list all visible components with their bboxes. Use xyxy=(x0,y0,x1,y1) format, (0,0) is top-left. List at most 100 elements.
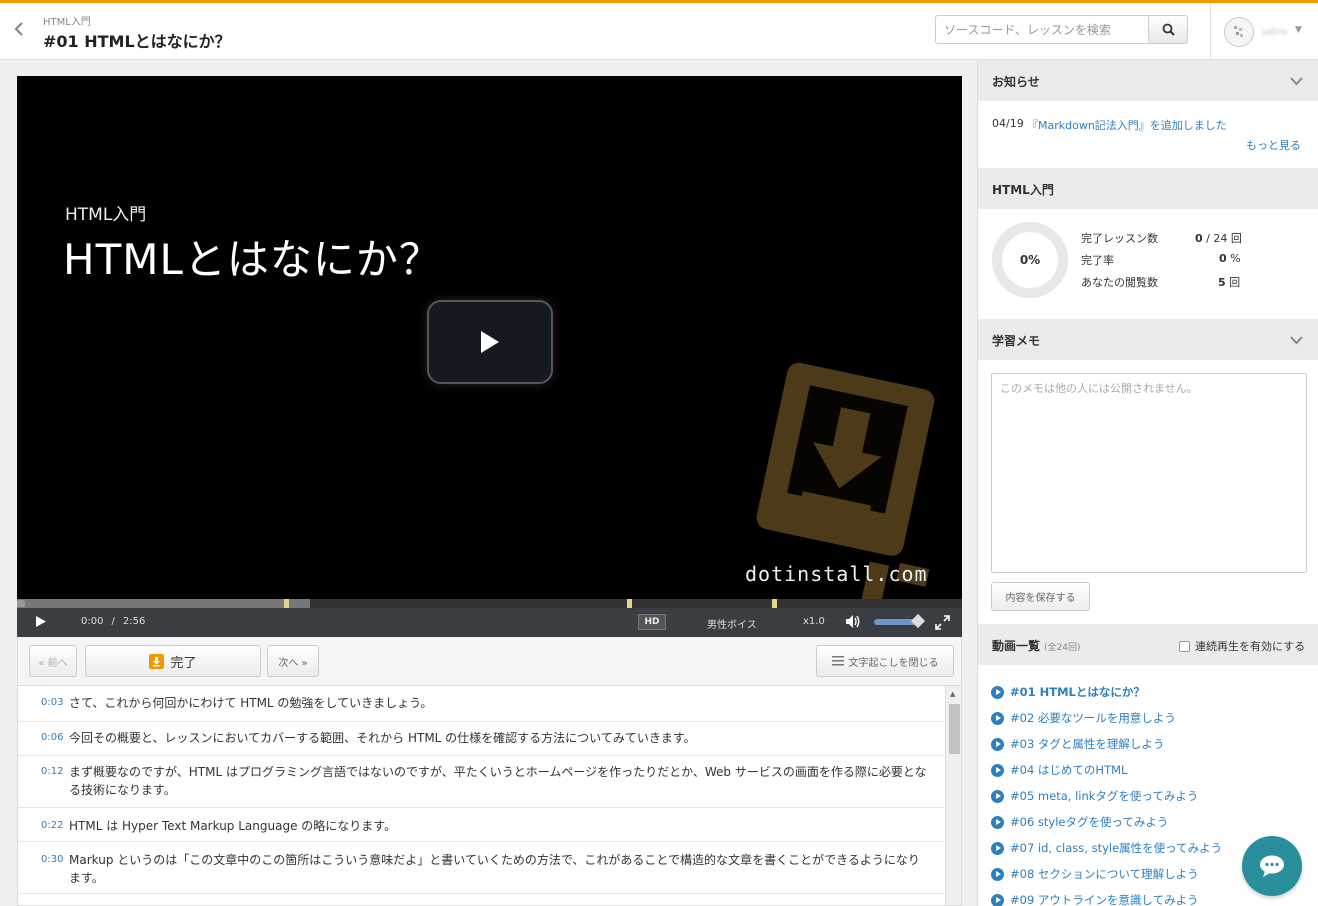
play-circle-icon xyxy=(991,789,1004,803)
chat-button[interactable] xyxy=(1242,836,1302,896)
back-arrow-icon[interactable] xyxy=(14,21,30,41)
play-circle-icon xyxy=(991,737,1004,751)
play-circle-icon xyxy=(991,711,1004,725)
memo-header[interactable]: 学習メモ xyxy=(978,319,1318,360)
prev-button[interactable]: « 前へ xyxy=(29,645,77,677)
download-check-icon xyxy=(149,653,165,669)
video-list-item[interactable]: #02 必要なツールを用意しよう xyxy=(991,709,1176,727)
next-button[interactable]: 次へ » xyxy=(267,645,319,677)
video-list-item[interactable]: #01 HTMLとはなにか？ xyxy=(991,683,1145,701)
memo-textarea[interactable] xyxy=(991,373,1307,573)
video-list-item[interactable]: #06 styleタグを使ってみよう xyxy=(991,813,1168,831)
lesson-nav-bar: « 前へ 完了 次へ » 文字起こしを閉じる xyxy=(17,637,962,686)
transcript-text: Markup というのは「この文章中のこの箇所はこういう意味だよ」と書いていくた… xyxy=(69,853,920,885)
play-icon xyxy=(36,616,46,627)
seek-marker xyxy=(284,599,289,608)
list-icon xyxy=(831,656,844,666)
news-more-link[interactable]: もっと見る xyxy=(1246,137,1301,153)
transcript-timestamp[interactable]: 0:22 xyxy=(41,820,63,831)
avatar[interactable] xyxy=(1224,17,1254,47)
transcript-timestamp[interactable]: 0:12 xyxy=(41,766,63,777)
seek-marker xyxy=(627,599,632,608)
save-memo-button[interactable]: 内容を保存する xyxy=(991,582,1090,611)
transcript-row: 0:12 まず概要なのですが、HTML はプログラミング言語ではないのですが、平… xyxy=(18,756,944,808)
news-header[interactable]: お知らせ xyxy=(978,60,1318,101)
speed-selector[interactable]: x1.0 xyxy=(803,616,825,627)
play-circle-icon xyxy=(991,815,1004,829)
video-list-item[interactable]: #09 アウトラインを意識してみよう xyxy=(991,891,1199,906)
top-header: HTML入門 #01 HTMLとはなにか？ jatro ▼ xyxy=(0,0,1318,60)
scroll-thumb[interactable] xyxy=(949,704,960,754)
video-list-item[interactable]: #07 id, class, style属性を使ってみよう xyxy=(991,839,1222,857)
close-transcript-button[interactable]: 文字起こしを閉じる xyxy=(816,645,954,677)
transcript-timestamp[interactable]: 0:03 xyxy=(41,697,63,708)
fullscreen-icon[interactable] xyxy=(935,615,950,633)
transcript-text: 今回その概要と、レッスンにおいてカバーする範囲、それから HTML の仕様を確認… xyxy=(69,731,696,745)
voice-selector[interactable]: 男性ボイス xyxy=(707,616,757,631)
play-circle-icon xyxy=(991,685,1004,699)
video-list-label: #06 styleタグを使ってみよう xyxy=(1010,815,1169,829)
video-count: (全24回) xyxy=(1044,643,1081,653)
course-header: HTML入門 xyxy=(978,168,1318,209)
video-list-label: #03 タグと属性を理解しよう xyxy=(1010,737,1165,751)
volume-icon[interactable] xyxy=(845,614,862,632)
hd-toggle[interactable]: HD xyxy=(638,614,666,630)
transcript-timestamp[interactable]: 0:30 xyxy=(41,854,63,865)
video-player[interactable]: HTML入門 HTMLとはなにか？ dotinstall.com xyxy=(17,76,962,599)
video-list-label: #04 はじめてのHTML xyxy=(1010,763,1128,777)
search-icon xyxy=(1162,23,1175,36)
breadcrumb[interactable]: HTML入門 xyxy=(43,13,91,28)
player-controls: 0:00 / 2:56 HD 男性ボイス x1.0 xyxy=(17,608,962,637)
chevron-down-icon[interactable] xyxy=(1290,74,1303,90)
transcript-timestamp[interactable]: 0:06 xyxy=(41,732,63,743)
video-title: HTMLとはなにか？ xyxy=(63,235,442,284)
play-circle-icon xyxy=(991,893,1004,906)
transcript-row: 0:03 さて、これから何回かにわけて HTML の勉強をしていきましょう。 xyxy=(18,686,944,722)
search-input[interactable] xyxy=(935,15,1149,44)
stat-label: あなたの閲覧数 xyxy=(1081,276,1158,289)
news-date: 04/19 xyxy=(992,117,1024,130)
autoplay-checkbox[interactable]: 連続再生を有効にする xyxy=(1179,638,1305,654)
stat-label: 完了率 xyxy=(1081,254,1114,267)
play-circle-icon xyxy=(991,841,1004,855)
time-separator: / xyxy=(111,616,115,627)
chat-bubble-icon xyxy=(1260,855,1284,877)
play-button[interactable] xyxy=(35,615,47,631)
news-link[interactable]: 『Markdown記法入門』を追加しました xyxy=(1027,117,1227,133)
current-time: 0:00 xyxy=(81,616,104,627)
video-list-item[interactable]: #05 meta, linkタグを使ってみよう xyxy=(991,787,1198,805)
play-overlay-button[interactable] xyxy=(427,300,553,384)
transcript-text: HTML は Hyper Text Markup Language の略になりま… xyxy=(69,819,397,833)
chevron-down-icon[interactable] xyxy=(1290,333,1303,349)
video-list-item[interactable]: #08 セクションについて理解しよう xyxy=(991,865,1199,883)
stat-unit: 回 xyxy=(1229,276,1241,289)
video-list-item[interactable]: #04 はじめてのHTML xyxy=(991,761,1127,779)
stat-unit: 回 xyxy=(1230,232,1242,245)
video-list-label: #01 HTMLとはなにか？ xyxy=(1010,685,1145,699)
search-button[interactable] xyxy=(1148,15,1188,44)
scroll-up-arrow-icon[interactable]: ▲ xyxy=(950,690,955,698)
stat-total: / 24 xyxy=(1206,232,1228,245)
autoplay-label: 連続再生を有効にする xyxy=(1195,640,1306,653)
transcript-row: 0:22 HTML は Hyper Text Markup Language の… xyxy=(18,808,944,842)
username[interactable]: jatro xyxy=(1262,25,1287,38)
stat-value: 0 % xyxy=(1219,252,1241,265)
user-menu-caret-icon[interactable]: ▼ xyxy=(1295,25,1302,35)
checkbox[interactable] xyxy=(1179,640,1190,652)
seek-handle[interactable] xyxy=(17,600,25,607)
news-heading: お知らせ xyxy=(992,75,1040,89)
video-list-label: #05 meta, linkタグを使ってみよう xyxy=(1010,789,1199,803)
complete-button[interactable]: 完了 xyxy=(85,645,261,677)
volume-handle[interactable] xyxy=(910,613,926,629)
video-list-title: 動画一覧 xyxy=(992,639,1041,653)
progress-ring: 0% xyxy=(992,222,1068,298)
transcript-scrollbar[interactable]: ▲ xyxy=(945,686,961,905)
video-list-label: #02 必要なツールを用意しよう xyxy=(1010,711,1176,725)
seek-bar[interactable] xyxy=(17,599,962,608)
stat-number: 0 xyxy=(1195,232,1203,245)
header-divider xyxy=(1210,3,1211,60)
video-list-item[interactable]: #03 タグと属性を理解しよう xyxy=(991,735,1164,753)
transcript-text: さて、これから何回かにわけて HTML の勉強をしていきましょう。 xyxy=(69,696,433,710)
page-title: #01 HTMLとはなにか？ xyxy=(43,32,231,51)
transcript-text: まず概要なのですが、HTML はプログラミング言語ではないのですが、平たくいうと… xyxy=(69,765,927,797)
